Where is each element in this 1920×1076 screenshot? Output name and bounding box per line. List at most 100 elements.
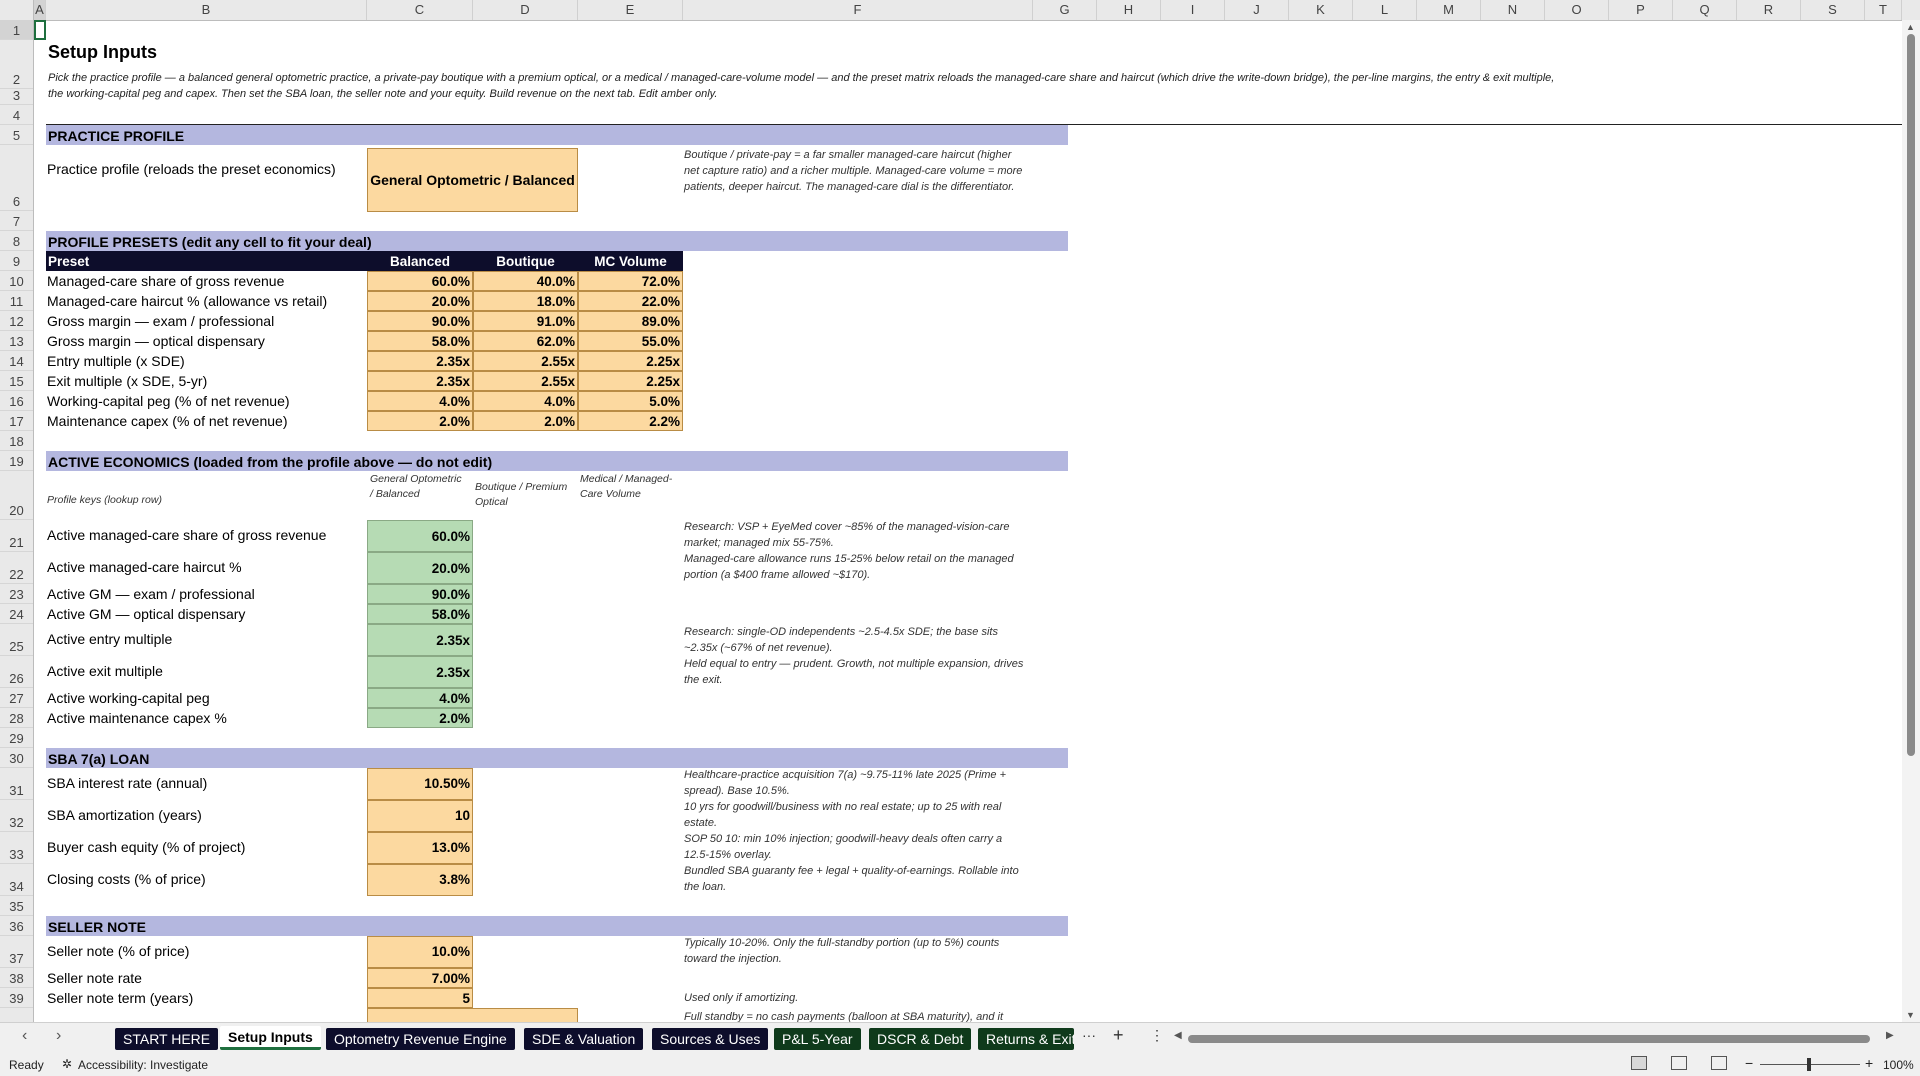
col-header-o[interactable]: O <box>1545 0 1609 20</box>
normal-view-icon[interactable] <box>1631 1056 1647 1070</box>
row-header[interactable]: 7 <box>0 211 33 231</box>
row-header[interactable]: 5 <box>0 125 33 145</box>
col-header-d[interactable]: D <box>473 0 578 20</box>
col-header-k[interactable]: K <box>1289 0 1353 20</box>
accessibility-icon[interactable]: ✲ <box>62 1057 72 1071</box>
col-header-j[interactable]: J <box>1225 0 1289 20</box>
preset-mc-volume-cell[interactable]: 72.0% <box>578 271 683 291</box>
row-header[interactable]: 38 <box>0 968 33 988</box>
select-all-corner[interactable] <box>0 0 34 20</box>
row-header[interactable]: 1 <box>0 20 33 40</box>
tab-scroll-right-icon[interactable]: › <box>56 1027 61 1045</box>
col-header-t[interactable]: T <box>1865 0 1902 20</box>
col-header-n[interactable]: N <box>1481 0 1545 20</box>
row-header[interactable]: 13 <box>0 331 33 351</box>
preset-balanced-cell[interactable]: 2.35x <box>367 371 473 391</box>
preset-boutique-cell[interactable]: 62.0% <box>473 331 578 351</box>
col-header-s[interactable]: S <box>1801 0 1865 20</box>
preset-boutique-cell[interactable]: 2.55x <box>473 351 578 371</box>
preset-balanced-cell[interactable]: 2.0% <box>367 411 473 431</box>
col-header-r[interactable]: R <box>1737 0 1801 20</box>
col-header-c[interactable]: C <box>367 0 473 20</box>
preset-boutique-cell[interactable]: 40.0% <box>473 271 578 291</box>
tab-setup-inputs[interactable]: Setup Inputs <box>220 1026 321 1050</box>
hscroll-right-icon[interactable]: ▶ <box>1886 1030 1894 1041</box>
row-header[interactable]: 21 <box>0 520 33 552</box>
row-header[interactable]: 39 <box>0 988 33 1008</box>
scroll-down-icon[interactable]: ▼ <box>1906 1010 1915 1020</box>
row-header[interactable]: 24 <box>0 604 33 624</box>
col-header-p[interactable]: P <box>1609 0 1673 20</box>
col-header-i[interactable]: I <box>1161 0 1225 20</box>
row-header[interactable]: 26 <box>0 656 33 688</box>
zoom-in-icon[interactable]: + <box>1865 1055 1873 1071</box>
preset-mc-volume-cell[interactable]: 5.0% <box>578 391 683 411</box>
row-header[interactable]: 11 <box>0 291 33 311</box>
sba-interest-rate-input[interactable]: 10.50% <box>367 768 473 800</box>
preset-balanced-cell[interactable]: 4.0% <box>367 391 473 411</box>
row-header[interactable]: 4 <box>0 105 33 125</box>
preset-boutique-cell[interactable]: 18.0% <box>473 291 578 311</box>
row-header[interactable]: 23 <box>0 584 33 604</box>
tab-sources-uses[interactable]: Sources & Uses <box>652 1028 769 1050</box>
profile-dropdown[interactable]: General Optometric / Balanced <box>367 148 578 212</box>
sheet-grid[interactable]: Setup Inputs Pick the practice profile —… <box>34 20 1902 1022</box>
preset-balanced-cell[interactable]: 2.35x <box>367 351 473 371</box>
row-header[interactable]: 9 <box>0 251 33 271</box>
horizontal-scroll-thumb[interactable] <box>1188 1035 1870 1043</box>
tab-sde-valuation[interactable]: SDE & Valuation <box>524 1028 644 1050</box>
accessibility-status[interactable]: Accessibility: Investigate <box>78 1058 208 1072</box>
page-break-view-icon[interactable] <box>1711 1056 1727 1070</box>
row-header[interactable]: 32 <box>0 800 33 832</box>
buyer-equity-input[interactable]: 13.0% <box>367 832 473 864</box>
preset-balanced-cell[interactable]: 90.0% <box>367 311 473 331</box>
sba-amortization-input[interactable]: 10 <box>367 800 473 832</box>
row-header[interactable]: 35 <box>0 896 33 916</box>
vertical-scroll-thumb[interactable] <box>1907 34 1915 756</box>
row-header[interactable]: 20 <box>0 471 33 520</box>
preset-balanced-cell[interactable]: 60.0% <box>367 271 473 291</box>
row-header[interactable]: 31 <box>0 768 33 800</box>
tab-optometry-revenue-engine[interactable]: Optometry Revenue Engine <box>326 1028 515 1050</box>
row-header[interactable]: 8 <box>0 231 33 251</box>
row-header[interactable]: 29 <box>0 728 33 748</box>
row-header[interactable]: 28 <box>0 708 33 728</box>
zoom-level[interactable]: 100% <box>1883 1058 1914 1072</box>
row-header[interactable]: 14 <box>0 351 33 371</box>
col-header-e[interactable]: E <box>578 0 683 20</box>
preset-mc-volume-cell[interactable]: 2.25x <box>578 371 683 391</box>
tab-dscr-debt[interactable]: DSCR & Debt <box>869 1028 972 1050</box>
row-header[interactable]: 19 <box>0 451 33 471</box>
preset-boutique-cell[interactable]: 2.55x <box>473 371 578 391</box>
row-header[interactable]: 36 <box>0 916 33 936</box>
tab-scroll-left-icon[interactable]: ‹ <box>22 1027 27 1045</box>
scroll-up-icon[interactable]: ▲ <box>1906 22 1915 32</box>
col-header-a[interactable]: A <box>34 0 46 20</box>
row-header[interactable]: 27 <box>0 688 33 708</box>
zoom-slider-thumb[interactable] <box>1807 1058 1811 1071</box>
tab-start-here[interactable]: START HERE <box>115 1028 219 1050</box>
row-header[interactable]: 18 <box>0 431 33 451</box>
col-header-l[interactable]: L <box>1353 0 1417 20</box>
row-header[interactable]: 30 <box>0 748 33 768</box>
row-header[interactable]: 16 <box>0 391 33 411</box>
row-header[interactable]: 34 <box>0 864 33 896</box>
row-header[interactable]: 6 <box>0 145 33 211</box>
more-tabs-icon[interactable]: ··· <box>1082 1027 1096 1043</box>
preset-boutique-cell[interactable]: 4.0% <box>473 391 578 411</box>
seller-standby-input[interactable] <box>367 1008 578 1022</box>
tab-pl-5-year[interactable]: P&L 5-Year <box>774 1028 861 1050</box>
preset-boutique-cell[interactable]: 91.0% <box>473 311 578 331</box>
row-header[interactable]: 33 <box>0 832 33 864</box>
col-header-m[interactable]: M <box>1417 0 1481 20</box>
preset-balanced-cell[interactable]: 58.0% <box>367 331 473 351</box>
row-header[interactable]: 12 <box>0 311 33 331</box>
row-header[interactable]: 37 <box>0 936 33 968</box>
preset-mc-volume-cell[interactable]: 2.2% <box>578 411 683 431</box>
sheet-options-icon[interactable]: ⋮ <box>1150 1027 1164 1044</box>
seller-note-pct-input[interactable]: 10.0% <box>367 936 473 968</box>
preset-mc-volume-cell[interactable]: 55.0% <box>578 331 683 351</box>
row-header[interactable]: 25 <box>0 624 33 656</box>
row-header[interactable]: 2 <box>0 40 33 89</box>
closing-costs-input[interactable]: 3.8% <box>367 864 473 896</box>
